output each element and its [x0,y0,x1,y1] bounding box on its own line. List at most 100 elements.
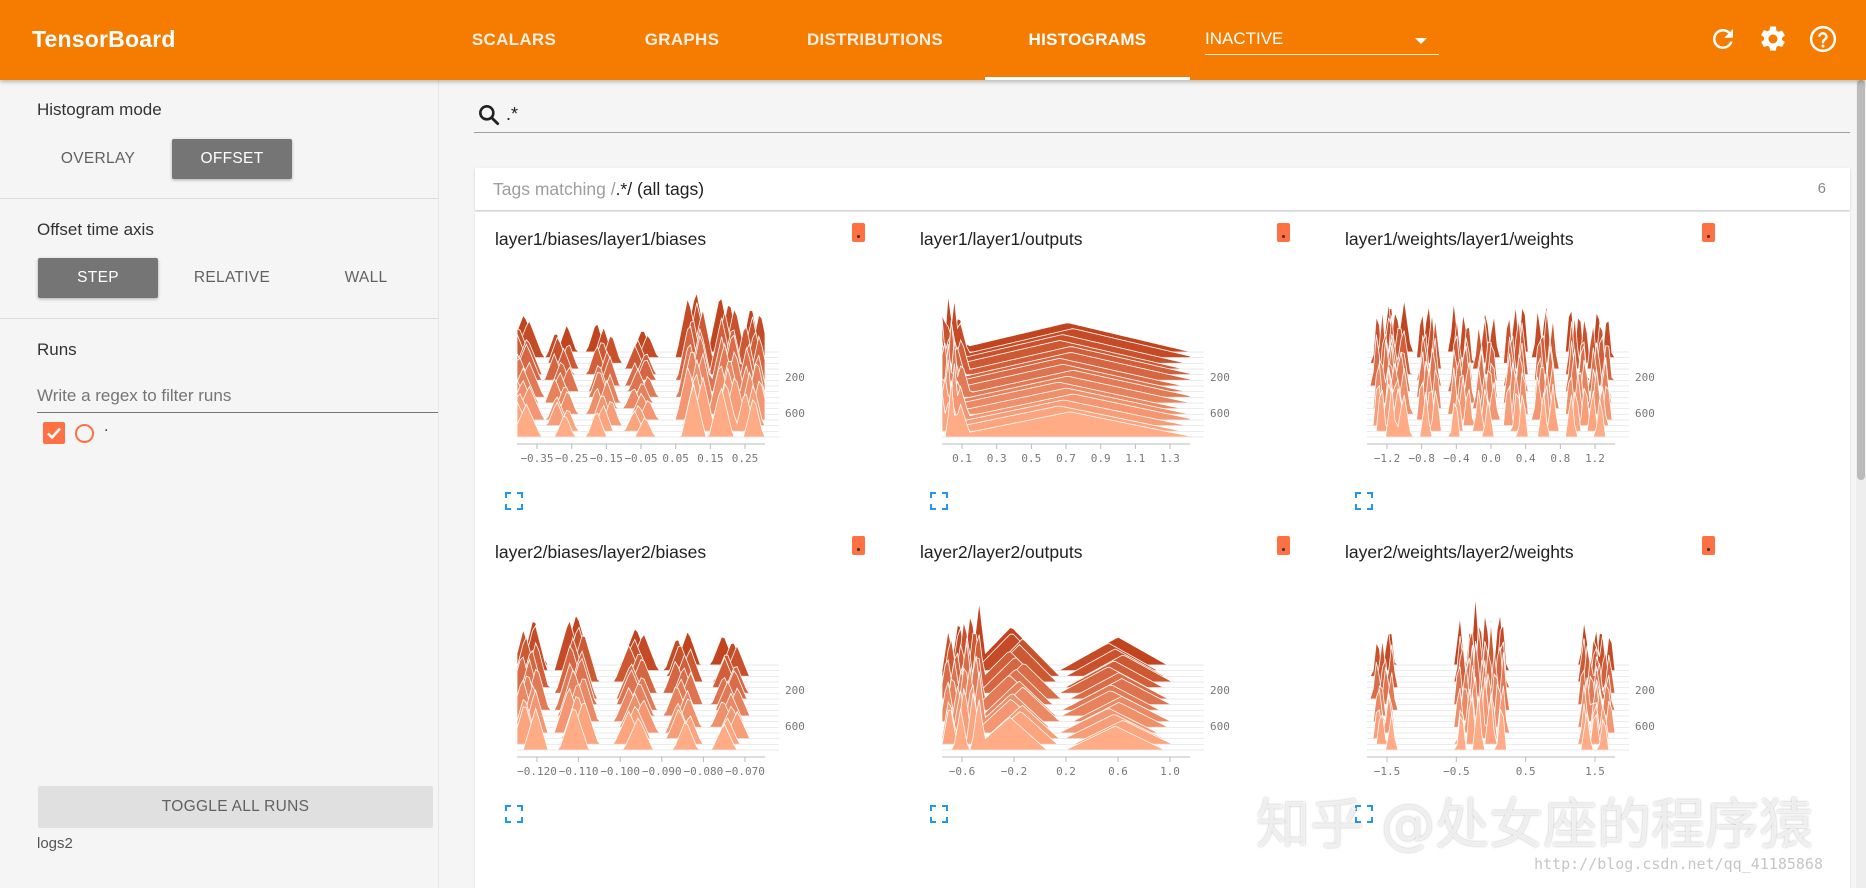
histogram-chart: 200 600 −0.120 −0.110 −0.100 −0.090 −0.080 −0.0… [516,614,805,775]
check-icon [47,427,61,440]
sidebar: Histogram mode OVERLAY OFFSET Offset tim… [0,80,439,888]
x-tick-label: −0.5 [1443,765,1470,775]
x-tick-label: 0.0 [1481,452,1501,462]
x-tick-label: 0.25 [732,452,759,462]
x-tick-label: −0.070 [725,765,765,775]
category-prefix: Tags matching / [493,179,616,199]
filter-placeholder: Write a regex to filter runs [37,386,232,405]
y-tick-label: 200 [785,684,805,697]
y-tick-label: 200 [1210,684,1230,697]
offset-button[interactable]: OFFSET [172,139,292,179]
inactive-plugins-dropdown[interactable]: INACTIVE [1205,26,1439,55]
category-header[interactable]: Tags matching /.*/ (all tags) 6 [475,168,1850,210]
category-regex: .* [615,179,628,199]
top-app-bar: TensorBoard SCALARS GRAPHS DISTRIBUTIONS… [0,0,1866,80]
tab-distributions[interactable]: DISTRIBUTIONS [790,0,960,80]
x-tick-label: −0.2 [1001,765,1028,775]
run-label: . [104,418,109,435]
run-badge [852,223,865,242]
step-button[interactable]: STEP [38,258,158,298]
scrollbar-thumb[interactable] [1857,80,1865,480]
run-badge [852,536,865,555]
x-tick-label: −0.35 [520,452,553,462]
run-badge [1277,536,1290,555]
x-tick-label: 0.5 [1516,765,1536,775]
tab-histograms[interactable]: HISTOGRAMS [985,0,1190,80]
expand-icon[interactable] [930,805,948,823]
run-checkbox[interactable] [43,422,65,444]
histogram-mode-title: Histogram mode [37,100,162,119]
relative-button[interactable]: RELATIVE [172,258,292,298]
y-tick-label: 600 [1210,720,1230,733]
logdir-label: logs2 [37,835,73,852]
card-title: layer2/biases/layer2/biases [495,542,707,562]
tab-scalars[interactable]: SCALARS [452,0,576,80]
expand-icon[interactable] [505,492,523,510]
refresh-icon[interactable] [1708,24,1738,54]
tab-label: GRAPHS [644,30,720,49]
x-tick-label: 0.8 [1550,452,1570,462]
x-tick-label: 0.2 [1056,765,1076,775]
x-tick-label: −0.4 [1443,452,1470,462]
x-tick-label: 1.2 [1585,452,1605,462]
y-tick-label: 600 [785,720,805,733]
expand-icon[interactable] [1355,492,1373,510]
x-tick-label: 0.1 [952,452,972,462]
y-tick-label: 600 [1635,407,1655,420]
y-tick-label: 200 [1635,371,1655,384]
x-tick-label: −0.120 [517,765,557,775]
page-scrollbar[interactable] [1856,80,1866,888]
toggle-all-runs-button[interactable]: TOGGLE ALL RUNS [38,786,433,828]
category-suffix: / (all tags) [627,179,705,199]
x-tick-label: 0.9 [1091,452,1111,462]
x-tick-label: −1.5 [1374,765,1401,775]
run-filter-input[interactable]: Write a regex to filter runs [37,380,438,413]
x-tick-label: −0.090 [642,765,682,775]
run-badge [1277,223,1290,242]
x-tick-label: −1.2 [1374,452,1401,462]
card-title: layer2/weights/layer2/weights [1345,542,1574,562]
run-badge [1702,536,1715,555]
wall-button[interactable]: WALL [306,258,426,298]
card-title: layer2/layer2/outputs [920,542,1083,562]
dropdown-value: INACTIVE [1205,29,1284,48]
offset-time-axis-title: Offset time axis [37,220,154,239]
card-title: layer1/biases/layer1/biases [495,229,707,249]
histogram-chart: 200 600 −0.6 −0.2 0.2 0.6 1.0 [941,601,1230,775]
x-tick-label: −0.100 [600,765,640,775]
tab-graphs[interactable]: GRAPHS [620,0,744,80]
y-tick-label: 200 [1210,371,1230,384]
histogram-chart: 200 600 −1.5 −0.5 0.5 1.5 [1366,595,1655,775]
settings-icon[interactable] [1758,24,1788,54]
x-tick-label: −0.05 [624,452,657,462]
section-divider [0,318,438,319]
x-tick-label: 1.1 [1125,452,1145,462]
histogram-card: layer1/biases/layer1/biases 200 600 −0.35−… [475,212,900,512]
help-icon[interactable] [1808,24,1838,54]
x-tick-label: 0.15 [697,452,724,462]
x-tick-label: 1.5 [1585,765,1605,775]
y-tick-label: 600 [1635,720,1655,733]
x-tick-label: 0.05 [662,452,689,462]
run-color-radio[interactable] [75,424,94,443]
card-title: layer1/weights/layer1/weights [1345,229,1574,249]
x-tick-label: −0.8 [1408,452,1435,462]
runs-title: Runs [37,340,77,359]
y-tick-label: 200 [1635,684,1655,697]
caret-down-icon [1415,38,1427,44]
y-tick-label: 200 [785,371,805,384]
x-tick-label: 1.3 [1160,452,1180,462]
tab-label: HISTOGRAMS [1028,30,1147,49]
card-title: layer1/layer1/outputs [920,229,1083,249]
expand-icon[interactable] [505,805,523,823]
x-tick-label: −0.110 [559,765,599,775]
x-tick-label: 1.0 [1160,765,1180,775]
x-tick-label: 0.4 [1516,452,1536,462]
tag-search-input[interactable]: .* [474,98,1850,133]
expand-icon[interactable] [930,492,948,510]
x-tick-label: 0.6 [1108,765,1128,775]
overlay-button[interactable]: OVERLAY [38,139,158,179]
histogram-card: layer2/biases/layer2/biases 200 600 −0.120… [475,525,900,825]
active-tab-indicator [985,77,1190,80]
tab-label: DISTRIBUTIONS [806,30,944,49]
